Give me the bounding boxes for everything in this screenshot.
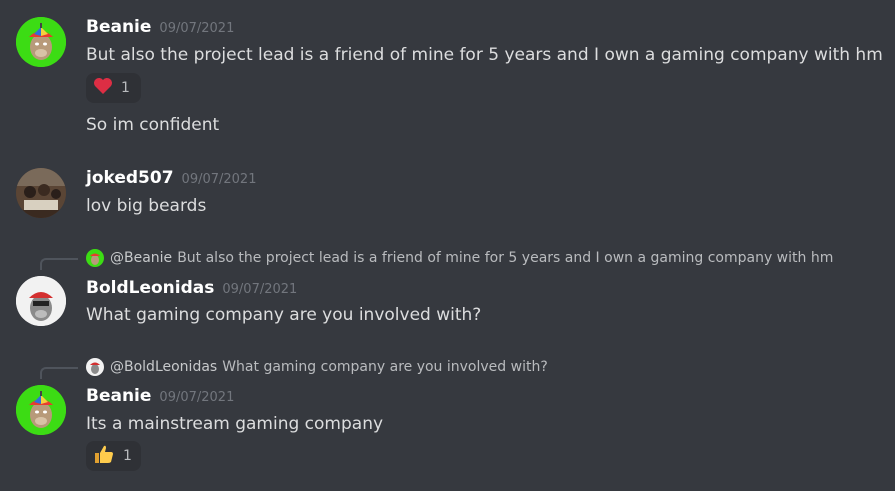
reaction-heart[interactable]: 1 [86,73,141,103]
heart-icon [93,77,113,99]
thumbs-up-icon [93,444,115,468]
reply-spine [40,367,78,379]
boldleonidas-avatar[interactable] [16,276,66,326]
timestamp: 09/07/2021 [181,172,257,187]
author-name[interactable]: Beanie 09/07/2021 [86,17,234,37]
author-label[interactable]: Beanie [86,386,151,406]
reaction-count: 1 [121,80,130,96]
reply-preview[interactable]: @Beanie But also the project lead is a f… [86,249,833,267]
author-label[interactable]: joked507 [86,168,174,188]
author-name[interactable]: BoldLeonidas 09/07/2021 [86,278,297,298]
reply-text: But also the project lead is a friend of… [177,250,834,266]
timestamp: 09/07/2021 [222,282,298,297]
reply-preview[interactable]: @BoldLeonidas What gaming company are yo… [86,358,548,376]
reaction-thumbs-up[interactable]: 1 [86,441,141,471]
message-text: But also the project lead is a friend of… [86,45,883,65]
beanie-avatar[interactable] [16,385,66,435]
message-text: Its a mainstream gaming company [86,414,384,434]
message-text: So im confident [86,115,220,135]
message-text: What gaming company are you involved wit… [86,305,482,325]
author-name[interactable]: joked507 09/07/2021 [86,168,256,188]
boldleonidas-mini-avatar [86,358,104,376]
reply-mention[interactable]: @BoldLeonidas [110,359,217,375]
author-label[interactable]: BoldLeonidas [86,278,214,298]
reply-mention[interactable]: @Beanie [110,250,172,266]
reaction-count: 1 [123,448,132,464]
timestamp: 09/07/2021 [159,390,235,405]
author-name[interactable]: Beanie 09/07/2021 [86,386,234,406]
message-text: lov big beards [86,196,207,216]
reply-text: What gaming company are you involved wit… [222,359,548,375]
beanie-avatar[interactable] [16,17,66,67]
joked507-avatar[interactable] [16,168,66,218]
author-label[interactable]: Beanie [86,17,151,37]
reply-spine [40,258,78,270]
beanie-mini-avatar [86,249,104,267]
timestamp: 09/07/2021 [159,21,235,36]
